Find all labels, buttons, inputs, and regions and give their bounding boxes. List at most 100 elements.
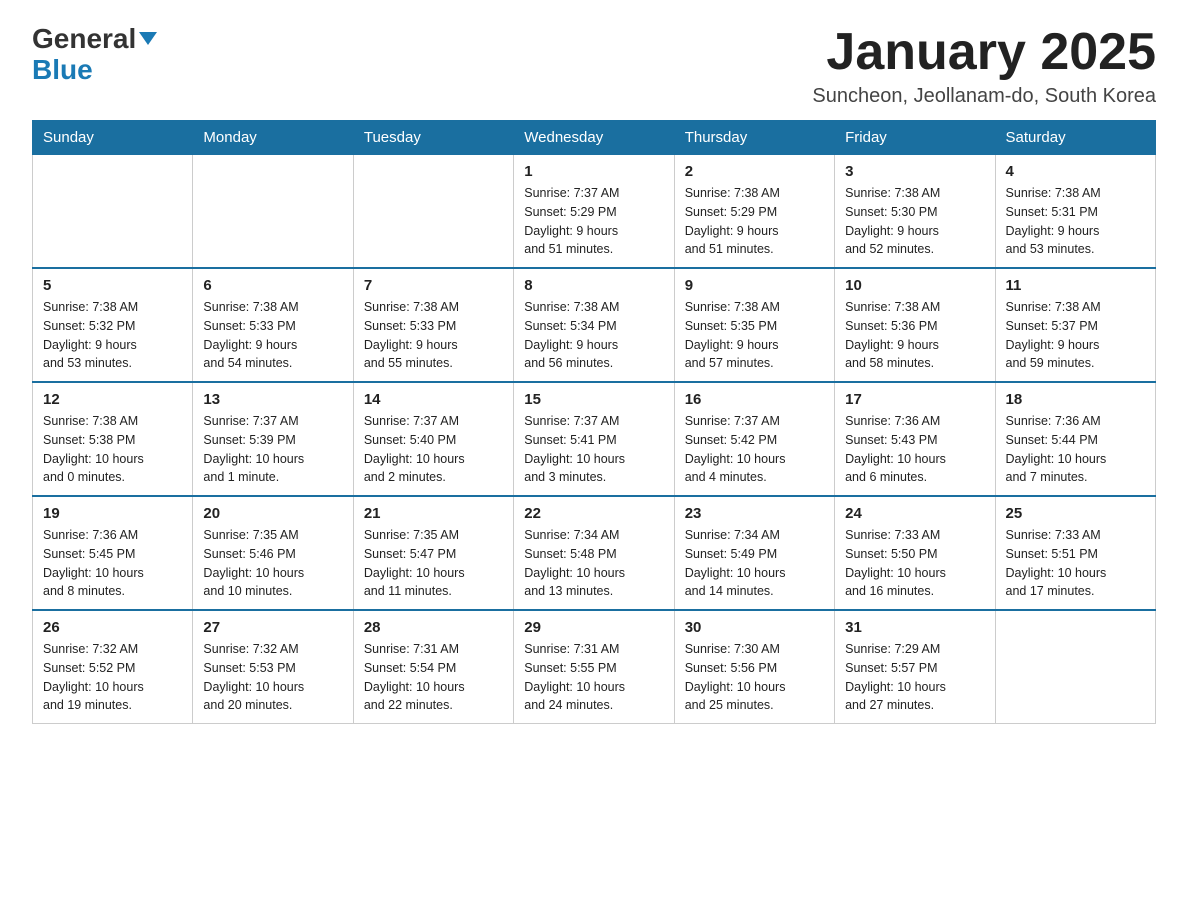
- day-number: 12: [43, 391, 182, 408]
- calendar-cell: 15 Sunrise: 7:37 AMSunset: 5:41 PMDayligh…: [514, 382, 674, 496]
- calendar-week-1: 1 Sunrise: 7:37 AMSunset: 5:29 PMDaylight…: [33, 155, 1156, 269]
- calendar-cell: [33, 155, 193, 269]
- day-number: 21: [364, 505, 503, 522]
- header-tuesday: Tuesday: [353, 121, 513, 155]
- calendar-cell: 14 Sunrise: 7:37 AMSunset: 5:40 PMDayligh…: [353, 382, 513, 496]
- header-thursday: Thursday: [674, 121, 834, 155]
- day-info: Sunrise: 7:31 AMSunset: 5:55 PMDaylight:…: [524, 640, 663, 715]
- calendar-cell: 16 Sunrise: 7:37 AMSunset: 5:42 PMDayligh…: [674, 382, 834, 496]
- header-saturday: Saturday: [995, 121, 1155, 155]
- logo-text: General: [32, 24, 157, 55]
- day-number: 28: [364, 619, 503, 636]
- day-info: Sunrise: 7:33 AMSunset: 5:51 PMDaylight:…: [1006, 526, 1145, 601]
- calendar-cell: 31 Sunrise: 7:29 AMSunset: 5:57 PMDayligh…: [835, 610, 995, 724]
- day-info: Sunrise: 7:37 AMSunset: 5:41 PMDaylight:…: [524, 412, 663, 487]
- calendar-cell: 4 Sunrise: 7:38 AMSunset: 5:31 PMDaylight…: [995, 155, 1155, 269]
- calendar-cell: 19Sunrise: 7:36 AMSunset: 5:45 PMDayligh…: [33, 496, 193, 610]
- day-number: 4: [1006, 163, 1145, 180]
- day-number: 24: [845, 505, 984, 522]
- calendar-week-3: 12 Sunrise: 7:38 AMSunset: 5:38 PMDayligh…: [33, 382, 1156, 496]
- day-info: Sunrise: 7:38 AMSunset: 5:33 PMDaylight:…: [203, 298, 342, 373]
- day-info: Sunrise: 7:29 AMSunset: 5:57 PMDaylight:…: [845, 640, 984, 715]
- day-number: 3: [845, 163, 984, 180]
- day-number: 11: [1006, 277, 1145, 294]
- day-number: 8: [524, 277, 663, 294]
- calendar-cell: 20Sunrise: 7:35 AMSunset: 5:46 PMDayligh…: [193, 496, 353, 610]
- day-number: 27: [203, 619, 342, 636]
- day-number: 14: [364, 391, 503, 408]
- day-info: Sunrise: 7:32 AMSunset: 5:53 PMDaylight:…: [203, 640, 342, 715]
- day-number: 1: [524, 163, 663, 180]
- day-number: 29: [524, 619, 663, 636]
- day-number: 17: [845, 391, 984, 408]
- calendar-cell: [995, 610, 1155, 724]
- calendar-cell: 22Sunrise: 7:34 AMSunset: 5:48 PMDayligh…: [514, 496, 674, 610]
- header-monday: Monday: [193, 121, 353, 155]
- day-info: Sunrise: 7:36 AMSunset: 5:43 PMDaylight:…: [845, 412, 984, 487]
- calendar-week-4: 19Sunrise: 7:36 AMSunset: 5:45 PMDayligh…: [33, 496, 1156, 610]
- day-number: 15: [524, 391, 663, 408]
- day-number: 22: [524, 505, 663, 522]
- calendar-week-2: 5Sunrise: 7:38 AMSunset: 5:32 PMDaylight…: [33, 268, 1156, 382]
- day-info: Sunrise: 7:38 AMSunset: 5:32 PMDaylight:…: [43, 298, 182, 373]
- day-number: 23: [685, 505, 824, 522]
- title-block: January 2025 Suncheon, Jeollanam-do, Sou…: [812, 24, 1156, 108]
- day-info: Sunrise: 7:38 AMSunset: 5:38 PMDaylight:…: [43, 412, 182, 487]
- calendar-cell: 27 Sunrise: 7:32 AMSunset: 5:53 PMDayligh…: [193, 610, 353, 724]
- day-number: 20: [203, 505, 342, 522]
- calendar-cell: 28 Sunrise: 7:31 AMSunset: 5:54 PMDayligh…: [353, 610, 513, 724]
- day-info: Sunrise: 7:34 AMSunset: 5:49 PMDaylight:…: [685, 526, 824, 601]
- calendar-cell: 13 Sunrise: 7:37 AMSunset: 5:39 PMDayligh…: [193, 382, 353, 496]
- day-number: 18: [1006, 391, 1145, 408]
- day-info: Sunrise: 7:37 AMSunset: 5:40 PMDaylight:…: [364, 412, 503, 487]
- day-info: Sunrise: 7:38 AMSunset: 5:30 PMDaylight:…: [845, 184, 984, 259]
- day-info: Sunrise: 7:33 AMSunset: 5:50 PMDaylight:…: [845, 526, 984, 601]
- day-number: 2: [685, 163, 824, 180]
- logo: General Blue: [32, 24, 157, 86]
- calendar-cell: 7Sunrise: 7:38 AMSunset: 5:33 PMDaylight…: [353, 268, 513, 382]
- calendar-week-5: 26 Sunrise: 7:32 AMSunset: 5:52 PMDayligh…: [33, 610, 1156, 724]
- calendar-cell: 18Sunrise: 7:36 AMSunset: 5:44 PMDayligh…: [995, 382, 1155, 496]
- day-number: 6: [203, 277, 342, 294]
- subtitle: Suncheon, Jeollanam-do, South Korea: [812, 85, 1156, 108]
- calendar-cell: 25 Sunrise: 7:33 AMSunset: 5:51 PMDayligh…: [995, 496, 1155, 610]
- day-info: Sunrise: 7:38 AMSunset: 5:37 PMDaylight:…: [1006, 298, 1145, 373]
- day-number: 7: [364, 277, 503, 294]
- calendar-cell: 23 Sunrise: 7:34 AMSunset: 5:49 PMDayligh…: [674, 496, 834, 610]
- calendar-cell: [353, 155, 513, 269]
- calendar-cell: 6 Sunrise: 7:38 AMSunset: 5:33 PMDaylight…: [193, 268, 353, 382]
- day-info: Sunrise: 7:38 AMSunset: 5:36 PMDaylight:…: [845, 298, 984, 373]
- day-number: 26: [43, 619, 182, 636]
- day-info: Sunrise: 7:32 AMSunset: 5:52 PMDaylight:…: [43, 640, 182, 715]
- day-info: Sunrise: 7:38 AMSunset: 5:35 PMDaylight:…: [685, 298, 824, 373]
- calendar-cell: 8Sunrise: 7:38 AMSunset: 5:34 PMDaylight…: [514, 268, 674, 382]
- calendar-cell: 10 Sunrise: 7:38 AMSunset: 5:36 PMDayligh…: [835, 268, 995, 382]
- calendar-cell: 12 Sunrise: 7:38 AMSunset: 5:38 PMDayligh…: [33, 382, 193, 496]
- page-title: January 2025: [812, 24, 1156, 81]
- day-number: 30: [685, 619, 824, 636]
- day-number: 16: [685, 391, 824, 408]
- logo-blue-text: Blue: [32, 55, 93, 86]
- day-number: 13: [203, 391, 342, 408]
- day-info: Sunrise: 7:37 AMSunset: 5:42 PMDaylight:…: [685, 412, 824, 487]
- header-friday: Friday: [835, 121, 995, 155]
- day-number: 9: [685, 277, 824, 294]
- calendar-cell: [193, 155, 353, 269]
- day-number: 10: [845, 277, 984, 294]
- calendar-cell: 29 Sunrise: 7:31 AMSunset: 5:55 PMDayligh…: [514, 610, 674, 724]
- calendar-cell: 17 Sunrise: 7:36 AMSunset: 5:43 PMDayligh…: [835, 382, 995, 496]
- day-info: Sunrise: 7:35 AMSunset: 5:47 PMDaylight:…: [364, 526, 503, 601]
- day-info: Sunrise: 7:31 AMSunset: 5:54 PMDaylight:…: [364, 640, 503, 715]
- calendar-cell: 1 Sunrise: 7:37 AMSunset: 5:29 PMDaylight…: [514, 155, 674, 269]
- day-info: Sunrise: 7:36 AMSunset: 5:45 PMDaylight:…: [43, 526, 182, 601]
- header-sunday: Sunday: [33, 121, 193, 155]
- calendar-cell: 11 Sunrise: 7:38 AMSunset: 5:37 PMDayligh…: [995, 268, 1155, 382]
- day-info: Sunrise: 7:37 AMSunset: 5:39 PMDaylight:…: [203, 412, 342, 487]
- day-info: Sunrise: 7:30 AMSunset: 5:56 PMDaylight:…: [685, 640, 824, 715]
- day-info: Sunrise: 7:38 AMSunset: 5:31 PMDaylight:…: [1006, 184, 1145, 259]
- header-wednesday: Wednesday: [514, 121, 674, 155]
- day-number: 31: [845, 619, 984, 636]
- day-info: Sunrise: 7:37 AMSunset: 5:29 PMDaylight:…: [524, 184, 663, 259]
- calendar-cell: 2Sunrise: 7:38 AMSunset: 5:29 PMDaylight…: [674, 155, 834, 269]
- day-number: 25: [1006, 505, 1145, 522]
